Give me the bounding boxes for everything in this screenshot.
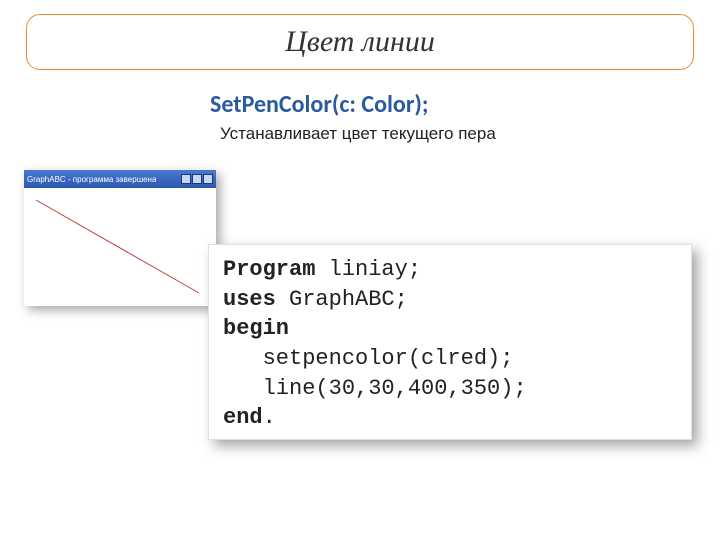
title-container: Цвет линии [26, 14, 694, 70]
code-text: . [263, 405, 276, 430]
code-text: setpencolor(clred); [223, 346, 513, 371]
procedure-description: Устанавливает цвет текущего пера [220, 124, 496, 144]
code-keyword: Program [223, 257, 315, 282]
code-text: line(30,30,400,350); [223, 376, 527, 401]
minimize-icon [181, 174, 191, 184]
code-text: liniay; [315, 257, 421, 282]
procedure-signature: SetPenColor(c: Color); [210, 90, 428, 119]
maximize-icon [192, 174, 202, 184]
window-client-area [24, 188, 216, 306]
code-listing: Program liniay; uses GraphABC; begin set… [208, 244, 692, 440]
window-titlebar: GraphABC - программа завершена [24, 170, 216, 188]
close-icon [203, 174, 213, 184]
code-text: GraphABC; [276, 287, 408, 312]
code-keyword: begin [223, 316, 289, 341]
window-title: GraphABC - программа завершена [27, 175, 156, 184]
page-title: Цвет линии [285, 25, 435, 59]
output-window: GraphABC - программа завершена [24, 170, 216, 306]
code-keyword: uses [223, 287, 276, 312]
code-keyword: end [223, 405, 263, 430]
drawn-line [24, 188, 216, 306]
window-controls [181, 174, 213, 184]
